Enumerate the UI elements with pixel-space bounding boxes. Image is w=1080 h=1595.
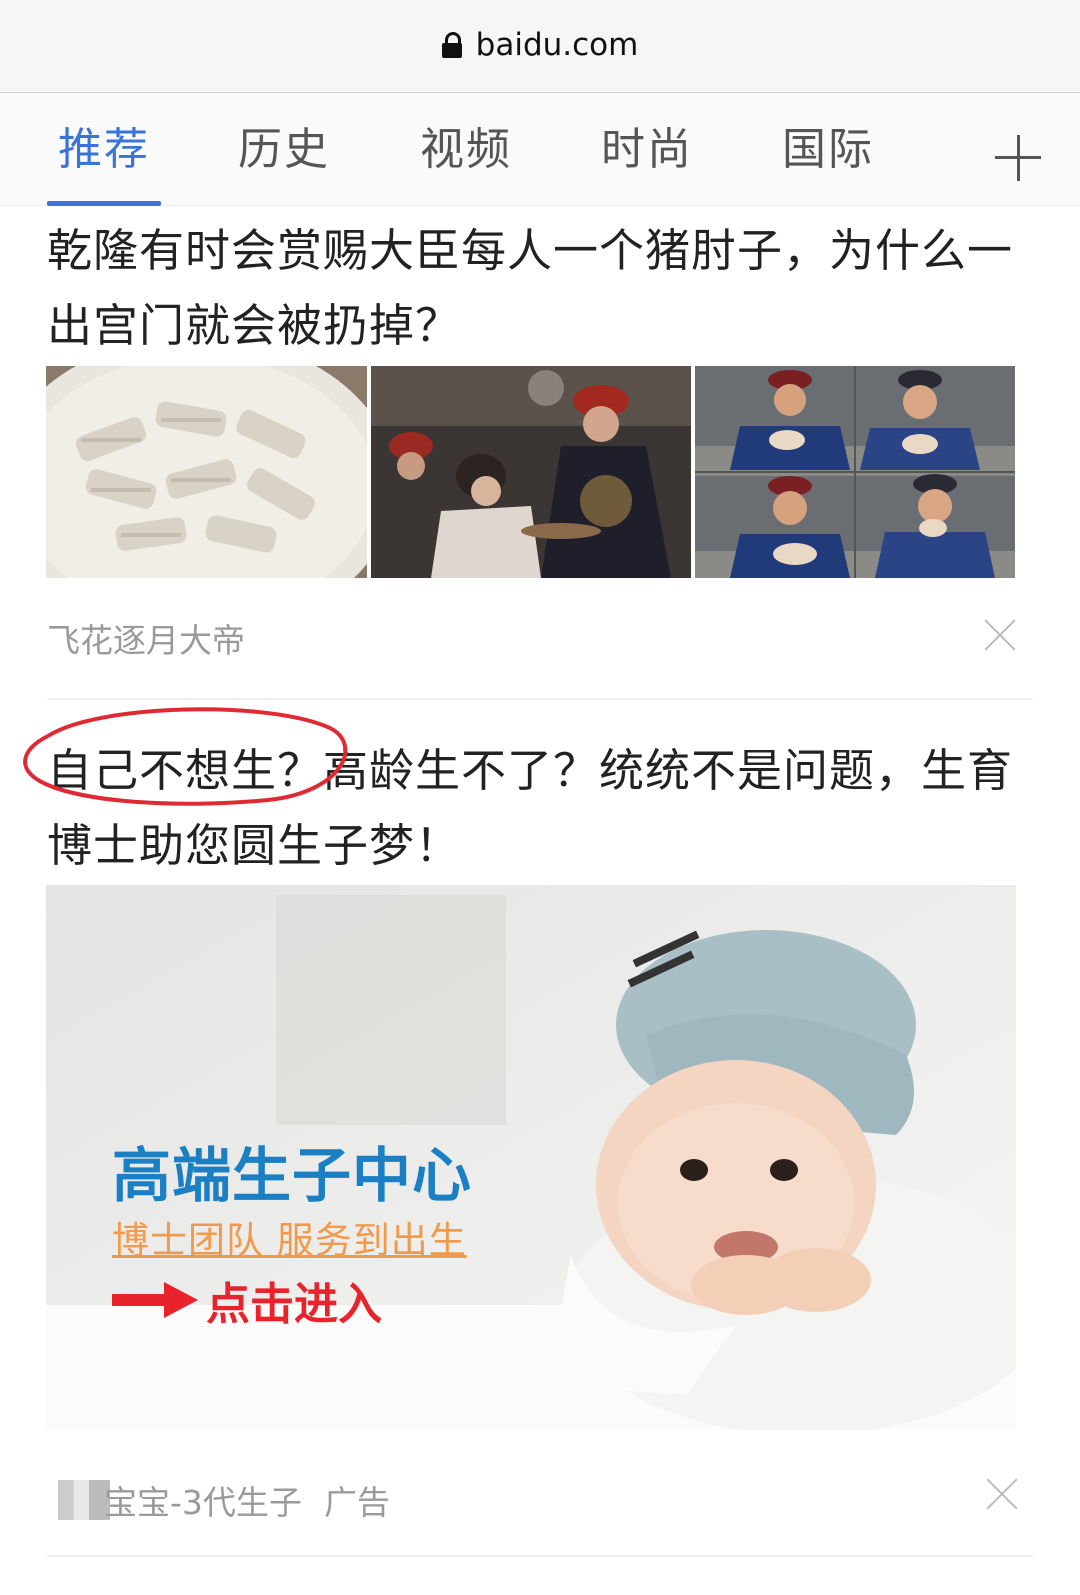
feed-divider xyxy=(47,1555,1033,1557)
redacted-logo xyxy=(58,1480,110,1520)
active-tab-indicator xyxy=(47,201,161,206)
banner-cta[interactable]: 点击进入 xyxy=(112,1268,382,1332)
tab-recommend[interactable]: 推荐 xyxy=(58,121,150,179)
banner-cta-label: 点击进入 xyxy=(206,1279,382,1330)
tab-video[interactable]: 视频 xyxy=(420,121,512,179)
tab-history[interactable]: 历史 xyxy=(238,121,330,179)
channel-tabs xyxy=(0,93,1080,206)
ad-label: 广告 xyxy=(324,1483,390,1522)
address-bar[interactable]: baidu.com xyxy=(0,0,1080,93)
banner-subline: 博士团队 服务到出生 xyxy=(112,1219,467,1262)
url-text: baidu.com xyxy=(475,27,639,63)
article-author[interactable]: 飞花逐月大帝 xyxy=(47,614,245,662)
add-channel-icon[interactable] xyxy=(995,135,1041,181)
arrow-right-icon xyxy=(112,1282,198,1318)
article-title[interactable]: 乾隆有时会赏赐大臣每人一个猪肘子，为什么一出宫门就会被扔掉？ xyxy=(47,213,1037,363)
lock-icon xyxy=(441,32,462,58)
ad-source[interactable]: 宝宝-3代生子 xyxy=(104,1476,302,1524)
article-image-pork[interactable] xyxy=(46,366,367,578)
tab-international[interactable]: 国际 xyxy=(782,121,874,179)
article-image-officials-eating[interactable] xyxy=(695,366,1015,578)
annotation-circle xyxy=(23,707,348,806)
article-image-court-scene[interactable] xyxy=(371,366,691,578)
banner-headline: 高端生子中心 xyxy=(112,1141,473,1210)
dismiss-icon[interactable] xyxy=(985,1477,1019,1511)
tab-fashion[interactable]: 时尚 xyxy=(601,121,693,179)
dismiss-icon[interactable] xyxy=(983,618,1017,652)
